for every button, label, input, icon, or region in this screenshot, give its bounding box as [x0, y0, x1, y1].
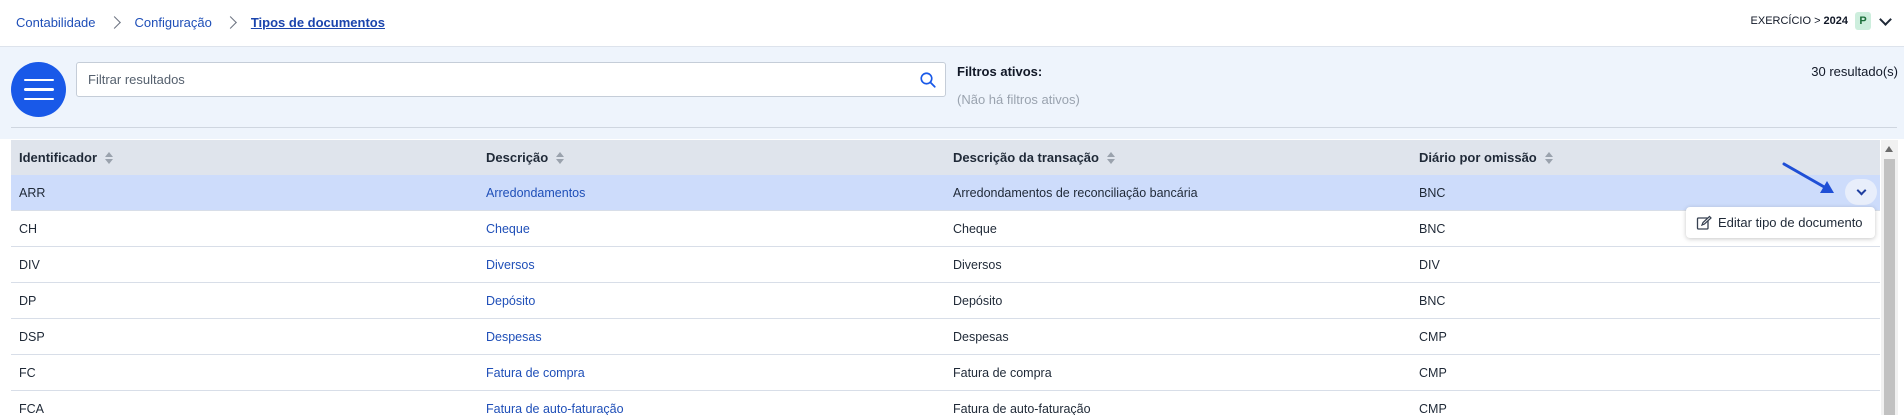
- exercicio-year: 2024: [1823, 15, 1848, 27]
- cell-diario: DIV: [1419, 257, 1440, 272]
- cell-transacao: Despesas: [953, 329, 1009, 344]
- cell-transacao: Arredondamentos de reconciliação bancári…: [953, 185, 1198, 200]
- chevron-down-icon[interactable]: [1879, 12, 1892, 26]
- cell-identificador: ARR: [19, 185, 46, 200]
- edit-document-type-label: Editar tipo de documento: [1718, 215, 1863, 230]
- sort-icon[interactable]: [105, 151, 114, 164]
- cell-identificador: DIV: [19, 257, 40, 272]
- cell-identificador: FC: [19, 365, 36, 380]
- cell-identificador: FCA: [19, 401, 44, 415]
- table-row[interactable]: ARR Arredondamentos Arredondamentos de r…: [11, 175, 1880, 211]
- column-header-descricao[interactable]: Descrição: [478, 150, 945, 165]
- chevron-right-icon: [223, 15, 237, 29]
- cell-descricao-link[interactable]: Cheque: [486, 222, 530, 236]
- column-label: Descrição: [486, 150, 549, 165]
- search-box: [76, 62, 946, 97]
- hamburger-line: [23, 88, 54, 91]
- menu-button[interactable]: [11, 62, 66, 117]
- active-filters-title: Filtros ativos:: [957, 64, 1043, 79]
- column-label: Identificador: [19, 150, 98, 165]
- cell-transacao: Fatura de auto-faturação: [953, 401, 1091, 415]
- search-input[interactable]: [77, 63, 897, 96]
- cell-descricao-link[interactable]: Diversos: [486, 258, 535, 272]
- table-row[interactable]: FC Fatura de compra Fatura de compra CMP: [11, 355, 1880, 391]
- scroll-thumb[interactable]: [1884, 159, 1895, 415]
- column-header-identificador[interactable]: Identificador: [11, 150, 478, 165]
- divider: [11, 127, 1897, 128]
- chevron-down-icon: [1856, 185, 1866, 195]
- chevron-right-icon: [107, 15, 121, 29]
- cell-descricao-link[interactable]: Arredondamentos: [486, 186, 585, 200]
- edit-icon: [1696, 215, 1712, 230]
- table-row[interactable]: DSP Despesas Despesas CMP: [11, 319, 1880, 355]
- sort-icon[interactable]: [1106, 151, 1116, 164]
- table-row[interactable]: DIV Diversos Diversos DIV: [11, 247, 1880, 283]
- hamburger-line: [23, 78, 54, 82]
- cell-identificador: DP: [19, 293, 37, 308]
- results-count: 30 resultado(s): [1811, 64, 1898, 79]
- cell-descricao-link[interactable]: Fatura de auto-faturação: [486, 402, 624, 415]
- top-bar: Contabilidade Configuração Tipos de docu…: [0, 0, 1904, 47]
- cell-diario: CMP: [1419, 401, 1447, 415]
- cell-identificador: DSP: [19, 329, 45, 344]
- table-row[interactable]: FCA Fatura de auto-faturação Fatura de a…: [11, 391, 1880, 415]
- user-badge[interactable]: P: [1855, 12, 1871, 30]
- vertical-scrollbar[interactable]: [1881, 140, 1898, 415]
- cell-transacao: Cheque: [953, 221, 997, 236]
- sort-icon[interactable]: [556, 151, 565, 164]
- column-header-descricao-transacao[interactable]: Descrição da transação: [945, 150, 1411, 165]
- exercicio-label: EXERCÍCIO >: [1750, 15, 1821, 27]
- column-label: Descrição da transação: [953, 150, 1099, 165]
- cell-transacao: Fatura de compra: [953, 365, 1052, 380]
- pointer-arrow-icon: [1782, 162, 1834, 193]
- table-row[interactable]: DP Depósito Depósito BNC: [11, 283, 1880, 319]
- cell-transacao: Diversos: [953, 257, 1002, 272]
- cell-transacao: Depósito: [953, 293, 1003, 308]
- cell-diario: CMP: [1419, 329, 1447, 344]
- scroll-up-arrow-icon[interactable]: [1885, 146, 1893, 152]
- table-header: Identificador Descrição Descrição da tra…: [11, 140, 1880, 175]
- breadcrumb-current-page[interactable]: Tipos de documentos: [251, 15, 385, 30]
- cell-descricao-link[interactable]: Depósito: [486, 294, 535, 308]
- sort-icon[interactable]: [1544, 151, 1554, 164]
- cell-descricao-link[interactable]: Fatura de compra: [486, 366, 585, 380]
- hamburger-line: [23, 97, 54, 101]
- cell-diario: BNC: [1419, 293, 1446, 308]
- table-row[interactable]: CH Cheque Cheque BNC: [11, 211, 1880, 247]
- cell-descricao-link[interactable]: Despesas: [486, 330, 542, 344]
- exercicio-selector[interactable]: EXERCÍCIO > 2024 P: [1751, 0, 1894, 42]
- cell-diario: CMP: [1419, 365, 1447, 380]
- breadcrumb: Contabilidade Configuração Tipos de docu…: [16, 0, 385, 44]
- column-label: Diário por omissão: [1419, 150, 1537, 165]
- row-actions-toggle[interactable]: [1845, 179, 1877, 205]
- documents-table: Identificador Descrição Descrição da tra…: [11, 140, 1880, 415]
- breadcrumb-configuracao[interactable]: Configuração: [135, 15, 212, 30]
- cell-identificador: CH: [19, 221, 38, 236]
- breadcrumb-contabilidade[interactable]: Contabilidade: [16, 15, 96, 30]
- search-icon[interactable]: [919, 71, 937, 89]
- edit-document-type-menu-item[interactable]: Editar tipo de documento: [1686, 207, 1875, 238]
- active-filters-empty: (Não há filtros ativos): [957, 92, 1080, 107]
